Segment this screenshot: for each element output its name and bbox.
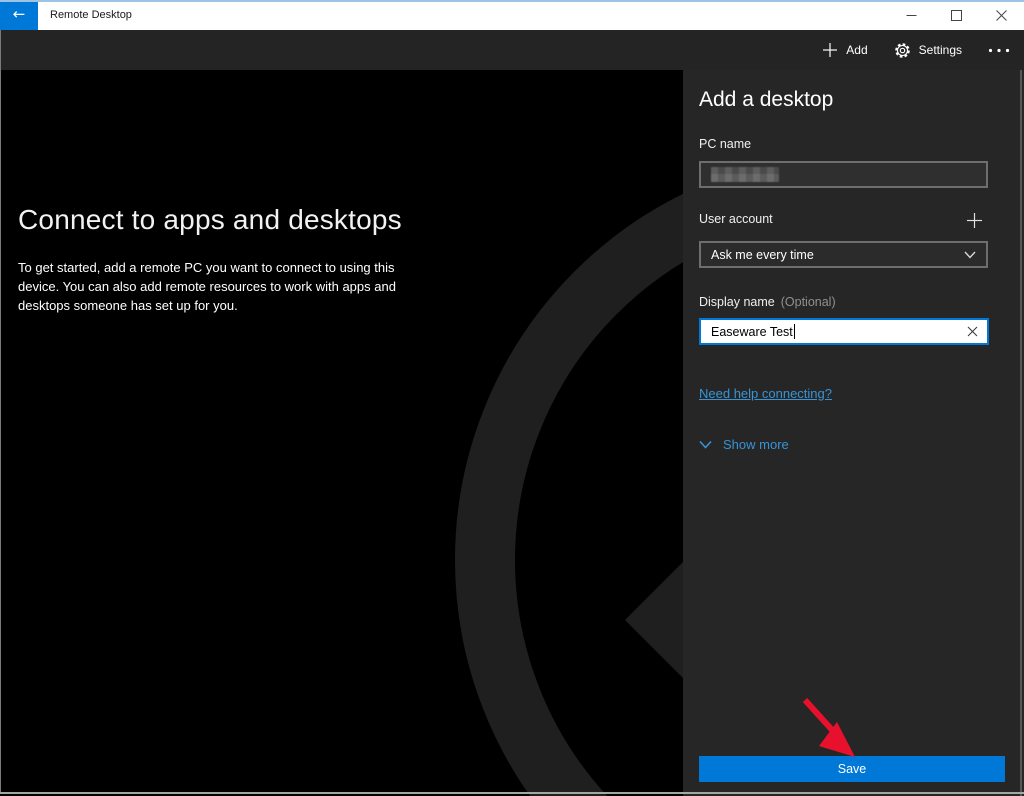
add-desktop-panel: Add a desktop PC name User account Ask m… [683,70,1024,796]
panel-title: Add a desktop [699,88,833,112]
page-title: Connect to apps and desktops [18,204,618,236]
add-label: Add [846,43,867,57]
pc-name-redacted-value [711,167,779,182]
settings-button[interactable]: Settings [894,42,962,59]
window-top-accent [0,0,1024,2]
clear-x-icon [967,326,978,337]
show-more-label: Show more [723,437,789,452]
text-caret [794,324,795,339]
window-border-bottom [0,792,1024,794]
ellipsis-icon [988,48,1010,53]
minimize-icon [906,10,917,21]
page-description: To get started, add a remote PC you want… [18,259,438,316]
settings-label: Settings [919,43,962,57]
app-command-bar: Add Settings [0,30,1024,70]
panel-scrollbar-track[interactable] [1020,70,1022,796]
maximize-button[interactable] [934,0,979,30]
show-more-toggle[interactable]: Show more [699,437,789,452]
maximize-icon [951,10,962,21]
display-name-label: Display name(Optional) [699,295,836,309]
clear-text-button[interactable] [965,325,979,339]
display-name-input[interactable]: Easeware Test [699,318,989,345]
window-controls [889,0,1024,30]
back-button[interactable]: ← [0,0,38,30]
remote-desktop-window: ← Remote Desktop [0,0,1024,796]
remote-desktop-logo-watermark [0,70,683,796]
close-icon [996,10,1007,21]
close-button[interactable] [979,0,1024,30]
more-button[interactable] [988,48,1010,53]
need-help-link[interactable]: Need help connecting? [699,386,832,401]
save-button[interactable]: Save [699,756,1005,782]
plus-icon [822,42,838,58]
plus-icon [966,212,983,229]
chevron-down-icon [699,440,712,449]
pc-name-label: PC name [699,137,751,151]
window-title: Remote Desktop [50,0,132,30]
chevron-down-icon [964,251,976,259]
user-account-label: User account [699,212,773,226]
add-button[interactable]: Add [822,42,867,58]
pc-name-input[interactable] [699,161,988,188]
title-bar: ← Remote Desktop [0,0,1024,30]
user-account-selected: Ask me every time [701,248,964,262]
add-user-account-button[interactable] [964,210,984,230]
display-name-value: Easeware Test [701,325,793,339]
user-account-dropdown[interactable]: Ask me every time [699,241,988,268]
back-arrow-icon: ← [13,7,26,22]
main-content-area: Connect to apps and desktops To get star… [0,70,683,796]
gear-icon [894,42,911,59]
optional-hint: (Optional) [781,295,836,309]
minimize-button[interactable] [889,0,934,30]
window-border-left [0,30,1,792]
